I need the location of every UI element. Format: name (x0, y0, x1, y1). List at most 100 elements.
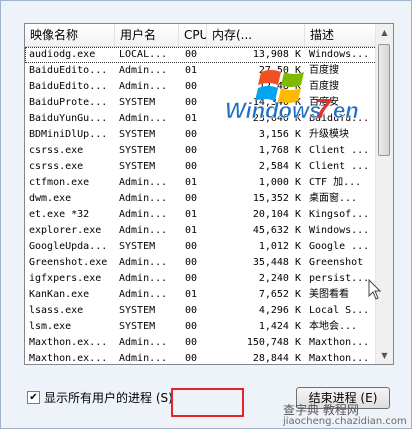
cell-cpu: 00 (185, 129, 198, 140)
cell-cpu: 00 (185, 321, 198, 332)
cell-user-name: Admin... (119, 193, 168, 204)
cell-cpu: 01 (185, 113, 198, 124)
table-row[interactable]: Maxthon.ex... Admin... 00 28,844 K Maxthon..… (25, 351, 377, 364)
highlight-annotation-box (171, 388, 244, 417)
table-row[interactable]: KanKan.exe Admin... 01 7,652 K 美图看看 (25, 287, 377, 303)
watermark-title: 查字典 教程网 (283, 403, 359, 417)
cell-image-name: lsass.exe (29, 305, 84, 316)
scroll-up-icon[interactable]: ▲ (376, 24, 393, 41)
cell-image-name: GoogleUpda... (29, 241, 108, 252)
cell-memory: 1,768 K (258, 145, 301, 156)
cell-description: Windows... (309, 225, 370, 236)
table-row[interactable]: csrss.exe SYSTEM 00 2,584 K Client ... (25, 159, 377, 175)
cell-description: Client ... (309, 145, 370, 156)
table-row[interactable]: BDMiniDlUp... SYSTEM 00 3,156 K 升级模块 (25, 127, 377, 143)
cell-user-name: Admin... (119, 353, 168, 364)
cell-description: 本地会... (309, 321, 358, 332)
cell-description: Local S... (309, 305, 370, 316)
table-row[interactable]: ctfmon.exe Admin... 01 1,000 K CTF 加... (25, 175, 377, 191)
column-memory[interactable]: 内存(... (207, 24, 305, 46)
cell-cpu: 00 (185, 161, 198, 172)
cell-cpu: 00 (185, 97, 198, 108)
cell-image-name: ctfmon.exe (29, 177, 90, 188)
cell-user-name: Admin... (119, 209, 168, 220)
cell-cpu: 00 (185, 337, 198, 348)
table-row[interactable]: GoogleUpda... SYSTEM 00 1,012 K Google ... (25, 239, 377, 255)
cell-image-name: Greenshot.exe (29, 257, 108, 268)
cell-image-name: BaiduProte... (29, 97, 108, 108)
cell-description: 升级模块 (309, 129, 349, 140)
cell-image-name: csrss.exe (29, 161, 84, 172)
cell-cpu: 01 (185, 209, 198, 220)
task-manager-processes-panel: 映像名称 用户名 CPU 内存(... 描述 audiodg.exe LOCAL.… (0, 0, 412, 429)
cell-description: Greenshot (309, 257, 364, 268)
cell-user-name: SYSTEM (119, 97, 156, 108)
cell-user-name: Admin... (119, 337, 168, 348)
watermark-url: jiaocheng.chazidian.com (283, 416, 407, 427)
cell-cpu: 01 (185, 177, 198, 188)
cell-description: Maxthon... (309, 337, 370, 348)
table-row[interactable]: csrss.exe SYSTEM 00 1,768 K Client ... (25, 143, 377, 159)
column-user-name[interactable]: 用户名 (115, 24, 179, 46)
cell-memory: 150,748 K (246, 337, 301, 348)
table-row[interactable]: dwm.exe Admin... 00 15,352 K 桌面窗... (25, 191, 377, 207)
table-row[interactable]: lsm.exe SYSTEM 00 1,424 K 本地会... (25, 319, 377, 335)
cell-user-name: SYSTEM (119, 241, 156, 252)
cell-cpu: 00 (185, 257, 198, 268)
show-all-users-option[interactable]: ✔ 显示所有用户的进程 (S) (27, 389, 173, 406)
cell-user-name: Admin... (119, 177, 168, 188)
scroll-down-icon[interactable]: ▼ (376, 347, 393, 364)
table-row[interactable]: explorer.exe Admin... 01 45,632 K Windows... (25, 223, 377, 239)
column-image-name[interactable]: 映像名称 (25, 24, 115, 46)
logo-text-windows: Windows (225, 98, 321, 123)
table-row[interactable]: Maxthon.ex... Admin... 00 150,748 K Maxthon.… (25, 335, 377, 351)
show-all-users-checkbox[interactable]: ✔ (27, 391, 40, 404)
process-list-header: 映像名称 用户名 CPU 内存(... 描述 (25, 24, 377, 47)
cell-memory: 28,844 K (252, 353, 301, 364)
cell-description: Windows... (309, 49, 370, 60)
column-cpu[interactable]: CPU (179, 24, 207, 46)
cell-memory: 20,104 K (252, 209, 301, 220)
cell-image-name: dwm.exe (29, 193, 72, 204)
cell-user-name: SYSTEM (119, 161, 156, 172)
cell-memory: 1,012 K (258, 241, 301, 252)
cell-user-name: Admin... (119, 257, 168, 268)
cell-image-name: BaiduEdito... (29, 65, 108, 76)
cell-user-name: Admin... (119, 113, 168, 124)
cell-image-name: igfxpers.exe (29, 273, 102, 284)
table-row[interactable]: et.exe *32 Admin... 01 20,104 K Kingsof... (25, 207, 377, 223)
table-row[interactable]: lsass.exe SYSTEM 00 4,296 K Local S... (25, 303, 377, 319)
table-row[interactable]: igfxpers.exe Admin... 00 2,240 K persist... (25, 271, 377, 287)
site-watermark: 查字典 教程网 jiaocheng.chazidian.com (283, 403, 407, 427)
cell-image-name: KanKan.exe (29, 289, 90, 300)
table-row[interactable]: audiodg.exe LOCAL... 00 13,908 K Windows... (25, 47, 377, 63)
cell-user-name: LOCAL... (119, 49, 168, 60)
mouse-pointer-icon (368, 279, 382, 300)
table-row[interactable]: Greenshot.exe Admin... 00 35,448 K Greenshot (25, 255, 377, 271)
cell-user-name: Admin... (119, 81, 168, 92)
cell-image-name: csrss.exe (29, 145, 84, 156)
cell-description: Maxthon... (309, 353, 370, 364)
cell-image-name: Maxthon.ex... (29, 353, 108, 364)
cell-description: CTF 加... (309, 177, 362, 188)
cell-cpu: 00 (185, 193, 198, 204)
cell-cpu: 00 (185, 81, 198, 92)
cell-cpu: 00 (185, 49, 198, 60)
cell-image-name: BaiduEdito... (29, 81, 108, 92)
cell-description: 桌面窗... (309, 193, 358, 204)
cell-memory: 2,584 K (258, 161, 301, 172)
process-list[interactable]: 映像名称 用户名 CPU 内存(... 描述 audiodg.exe LOCAL.… (24, 23, 394, 365)
cell-cpu: 00 (185, 273, 198, 284)
cell-description: persist... (309, 273, 370, 284)
cell-memory: 3,156 K (258, 129, 301, 140)
cell-memory: 15,352 K (252, 193, 301, 204)
cell-image-name: audiodg.exe (29, 49, 96, 60)
cell-image-name: explorer.exe (29, 225, 102, 236)
cell-memory: 35,448 K (252, 257, 301, 268)
show-all-users-label[interactable]: 显示所有用户的进程 (S) (44, 389, 173, 406)
cell-memory: 4,296 K (258, 305, 301, 316)
column-description[interactable]: 描述 (305, 24, 377, 46)
cell-image-name: BaiduYunGu... (29, 113, 108, 124)
cell-memory: 1,424 K (258, 321, 301, 332)
cell-user-name: Admin... (119, 273, 168, 284)
